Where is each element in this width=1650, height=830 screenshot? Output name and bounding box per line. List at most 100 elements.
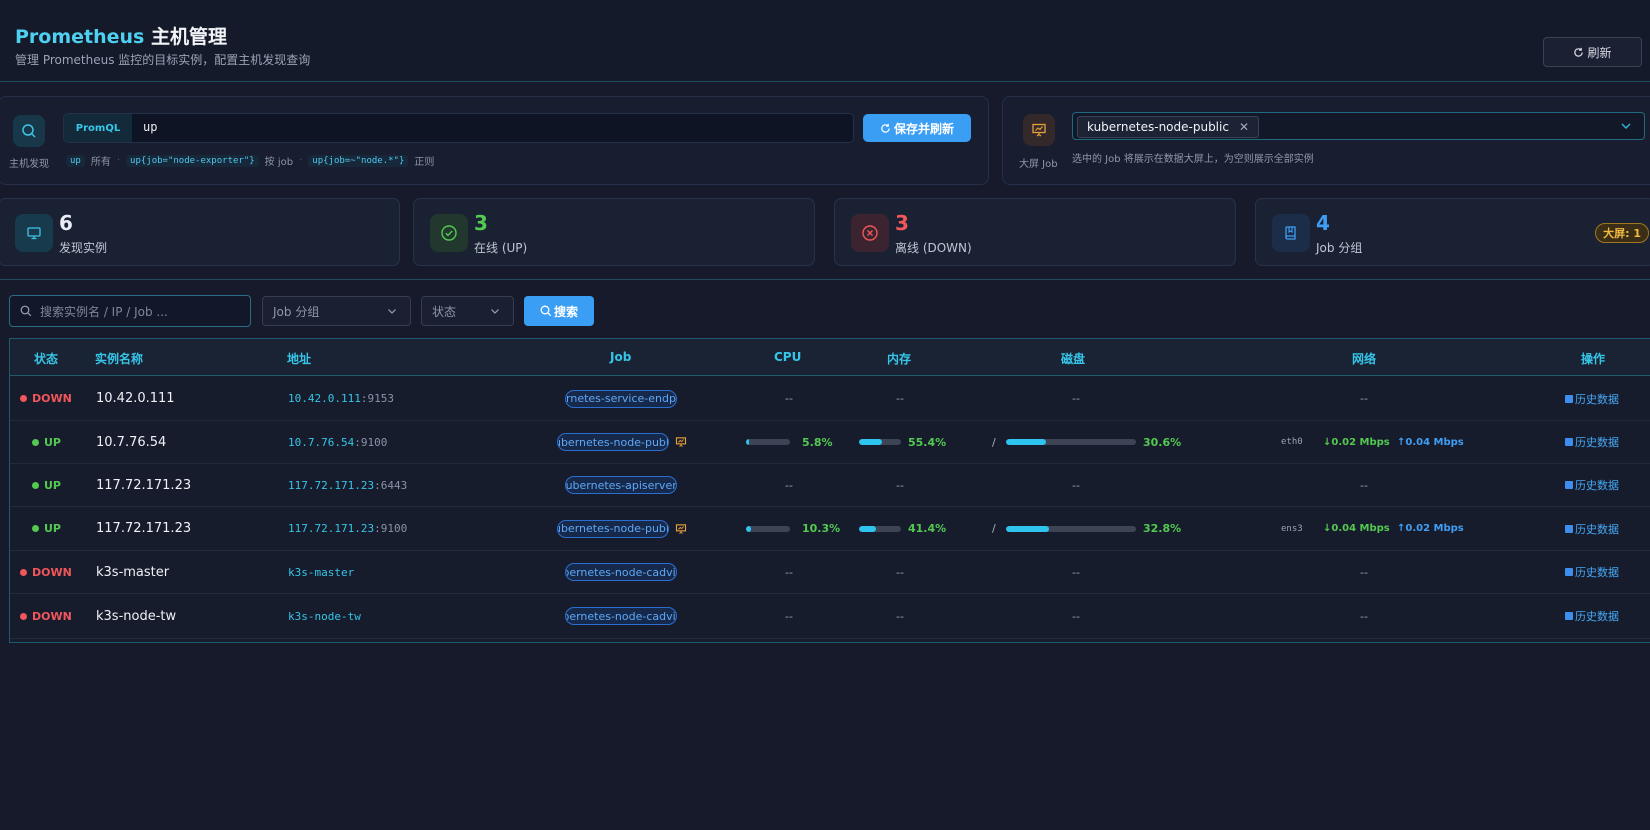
network-empty: -- [1360, 478, 1368, 492]
instance-address: k3s-master [288, 551, 354, 593]
disk-progress-fill [1006, 525, 1049, 532]
status-dot [32, 481, 39, 489]
hint-code[interactable]: up [66, 154, 85, 167]
history-data-link[interactable]: 历史数据 [1565, 377, 1619, 420]
network-upload: ↑0.02 Mbps [1397, 523, 1464, 534]
job-group-select[interactable]: Job 分组 [262, 296, 411, 326]
history-data-link[interactable]: 历史数据 [1565, 507, 1619, 550]
column-header-network[interactable]: 网络 [1352, 350, 1376, 367]
history-data-link[interactable]: 历史数据 [1565, 551, 1619, 593]
memory-percent: 55.4% [908, 435, 947, 449]
bigscreen-job-select[interactable]: kubernetes-node-public ✕ [1072, 112, 1645, 140]
search-button-label: 搜索 [553, 304, 578, 319]
status-dot [20, 568, 27, 576]
cpu-bar-cell [746, 421, 790, 463]
hint-code[interactable]: up{job=~"node.*"} [308, 154, 409, 167]
network-empty: -- [1360, 565, 1368, 579]
search-icon [20, 305, 32, 317]
cpu-progress-fill [746, 525, 751, 532]
job-tag[interactable]: kubernetes-node-public [557, 519, 669, 538]
disk-percent: 32.8% [1143, 522, 1182, 535]
history-data-link[interactable]: 历史数据 [1565, 594, 1619, 638]
column-header-job[interactable]: Job [610, 350, 631, 364]
save-refresh-button[interactable]: 保存并刷新 [863, 114, 971, 142]
instance-search-input[interactable]: 搜索实例名 / IP / Job ... [9, 295, 251, 327]
status-text: DOWN [32, 565, 72, 579]
chevron-down-icon[interactable] [1619, 119, 1633, 133]
refresh-button[interactable]: 刷新 [1543, 37, 1642, 67]
host-discovery-label: 主机发现 [9, 159, 49, 170]
status-select[interactable]: 状态 [421, 296, 514, 326]
memory-empty: -- [896, 392, 904, 405]
column-header-actions[interactable]: 操作 [1581, 350, 1605, 367]
job-tag[interactable]: kubernetes-apiservers [565, 476, 677, 494]
job-tag[interactable]: kubernetes-node-public [557, 433, 669, 451]
memory-percent: 41.4% [908, 522, 947, 535]
page-title: Prometheus 主机管理 [15, 22, 227, 49]
job-cell: kubernetes-node-public [557, 421, 687, 463]
disk-mount: / [992, 435, 996, 449]
history-data-label: 历史数据 [1575, 610, 1619, 623]
status-dot [20, 395, 27, 402]
network-interface: eth0 [1281, 437, 1303, 447]
memory-progress-fill [859, 525, 877, 532]
job-tag[interactable]: kubernetes-node-cadvisor [565, 563, 677, 581]
hint-separator: · [299, 155, 303, 166]
instance-address: 10.7.76.54:9100 [288, 421, 387, 463]
job-tag[interactable]: kubernetes-service-endpoints [565, 389, 677, 408]
stat-value: 6 [59, 211, 73, 235]
presentation-icon [1023, 114, 1055, 146]
instance-name: 117.72.171.23 [96, 477, 192, 493]
stat-card-down: 3 离线 (DOWN) [834, 198, 1236, 266]
stat-label: 离线 (DOWN) [895, 241, 972, 255]
table-row[interactable]: UP 117.72.171.23 117.72.171.23:6443 kuberne… [10, 464, 1650, 507]
promql-value[interactable]: up [143, 120, 157, 134]
table-row[interactable]: UP10.7.76.5410.7.76.54:9100kubernetes-no… [10, 421, 1650, 464]
column-header-memory[interactable]: 内存 [887, 350, 911, 367]
cpu-bar-cell [746, 507, 790, 550]
disk-bar-cell [1006, 507, 1136, 550]
history-data-link[interactable]: 历史数据 [1565, 421, 1619, 463]
instance-name: 117.72.171.23 [96, 521, 192, 536]
status-badge: DOWN [20, 594, 72, 638]
column-header-disk[interactable]: 磁盘 [1061, 350, 1085, 367]
cpu-progress-bar [746, 439, 790, 445]
disk-bar-cell [1006, 421, 1136, 463]
close-icon[interactable]: ✕ [1239, 120, 1249, 134]
network-empty: -- [1360, 609, 1368, 623]
promql-input[interactable]: PromQL up [63, 113, 854, 143]
cpu-empty: -- [785, 609, 793, 623]
job-cell: kubernetes-node-cadvisor [565, 594, 677, 638]
column-header-address[interactable]: 地址 [287, 350, 311, 367]
address-host: 117.72.171.23 [288, 522, 375, 535]
cpu-empty: -- [785, 392, 793, 405]
hint-separator: · [116, 155, 121, 166]
monitor-icon [15, 214, 53, 252]
status-text: UP [44, 435, 61, 449]
table-row[interactable]: DOWN k3s-node-tw k3s-node-tw kubernetes-nod… [10, 594, 1650, 639]
disk-progress-fill [1006, 439, 1046, 445]
network-upload: ↑0.04 Mbps [1397, 436, 1464, 448]
selected-job-label: kubernetes-node-public [1087, 120, 1229, 134]
column-header-cpu[interactable]: CPU [774, 350, 801, 364]
table-row[interactable]: DOWN10.42.0.11110.42.0.111:9153kubernete… [10, 377, 1650, 421]
job-group-placeholder: Job 分组 [273, 304, 320, 319]
column-header-status[interactable]: 状态 [34, 350, 58, 367]
column-header-name[interactable]: 实例名称 [95, 350, 143, 367]
table-row[interactable]: UP117.72.171.23117.72.171.23:9100kuberne… [10, 507, 1650, 551]
status-text: UP [44, 522, 61, 535]
promql-tag: PromQL [64, 114, 132, 142]
stat-label: 发现实例 [59, 241, 108, 255]
status-text: DOWN [32, 609, 72, 623]
history-data-label: 历史数据 [1575, 479, 1619, 492]
hint-code[interactable]: up{job="node-exporter"} [126, 154, 259, 167]
history-data-link[interactable]: 历史数据 [1565, 464, 1619, 506]
memory-progress-bar [859, 525, 901, 532]
job-tag[interactable]: kubernetes-node-cadvisor [565, 607, 677, 625]
stat-value: 3 [895, 211, 909, 235]
search-button[interactable]: 搜索 [524, 296, 594, 326]
table-row[interactable]: DOWN k3s-master k3s-master kubernetes-node-… [10, 551, 1650, 594]
status-text: UP [44, 478, 61, 492]
status-badge: UP [32, 507, 61, 550]
presentation-icon [675, 523, 687, 534]
